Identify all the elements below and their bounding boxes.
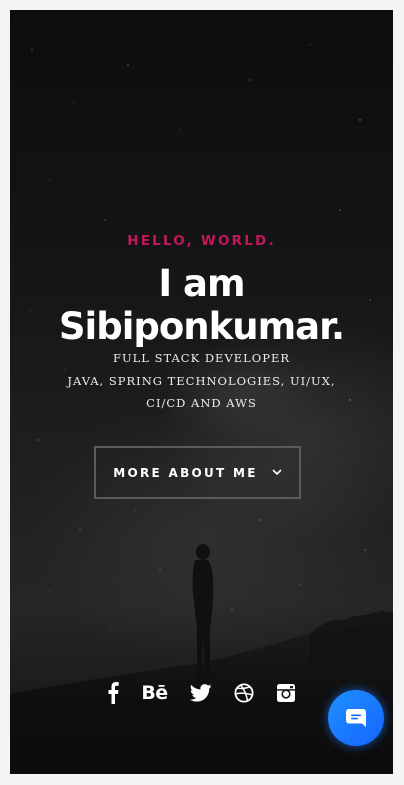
hero-headline: I am Sibiponkumar. <box>10 262 393 348</box>
chat-bubble-icon <box>345 707 367 729</box>
more-about-me-label: MORE ABOUT ME <box>113 465 258 480</box>
chevron-down-icon <box>272 469 282 476</box>
hero-section: HELLO, WORLD. I am Sibiponkumar. FULL ST… <box>10 10 393 774</box>
instagram-icon[interactable] <box>276 681 296 705</box>
subtitle-line: FULL STACK DEVELOPER <box>112 351 291 365</box>
subtitle-line: JAVA, SPRING TECHNOLOGIES, UI/UX, <box>67 373 336 388</box>
twitter-icon[interactable] <box>189 681 212 705</box>
headline-line-1: I am <box>158 262 245 305</box>
subtitle-line: CI/CD AND AWS <box>146 396 257 410</box>
dribbble-icon[interactable] <box>234 681 254 705</box>
hero-subtitle: FULL STACK DEVELOPER JAVA, SPRING TECHNO… <box>10 347 393 415</box>
hero-greeting: HELLO, WORLD. <box>127 233 276 249</box>
behance-glyph: Bē <box>141 682 168 704</box>
headline-line-2: Sibiponkumar. <box>58 305 345 348</box>
facebook-icon[interactable] <box>107 681 120 705</box>
behance-icon[interactable]: Bē <box>141 681 168 705</box>
more-about-me-button[interactable]: MORE ABOUT ME <box>94 446 301 499</box>
chat-button[interactable] <box>328 690 384 746</box>
person-silhouette <box>192 544 214 682</box>
